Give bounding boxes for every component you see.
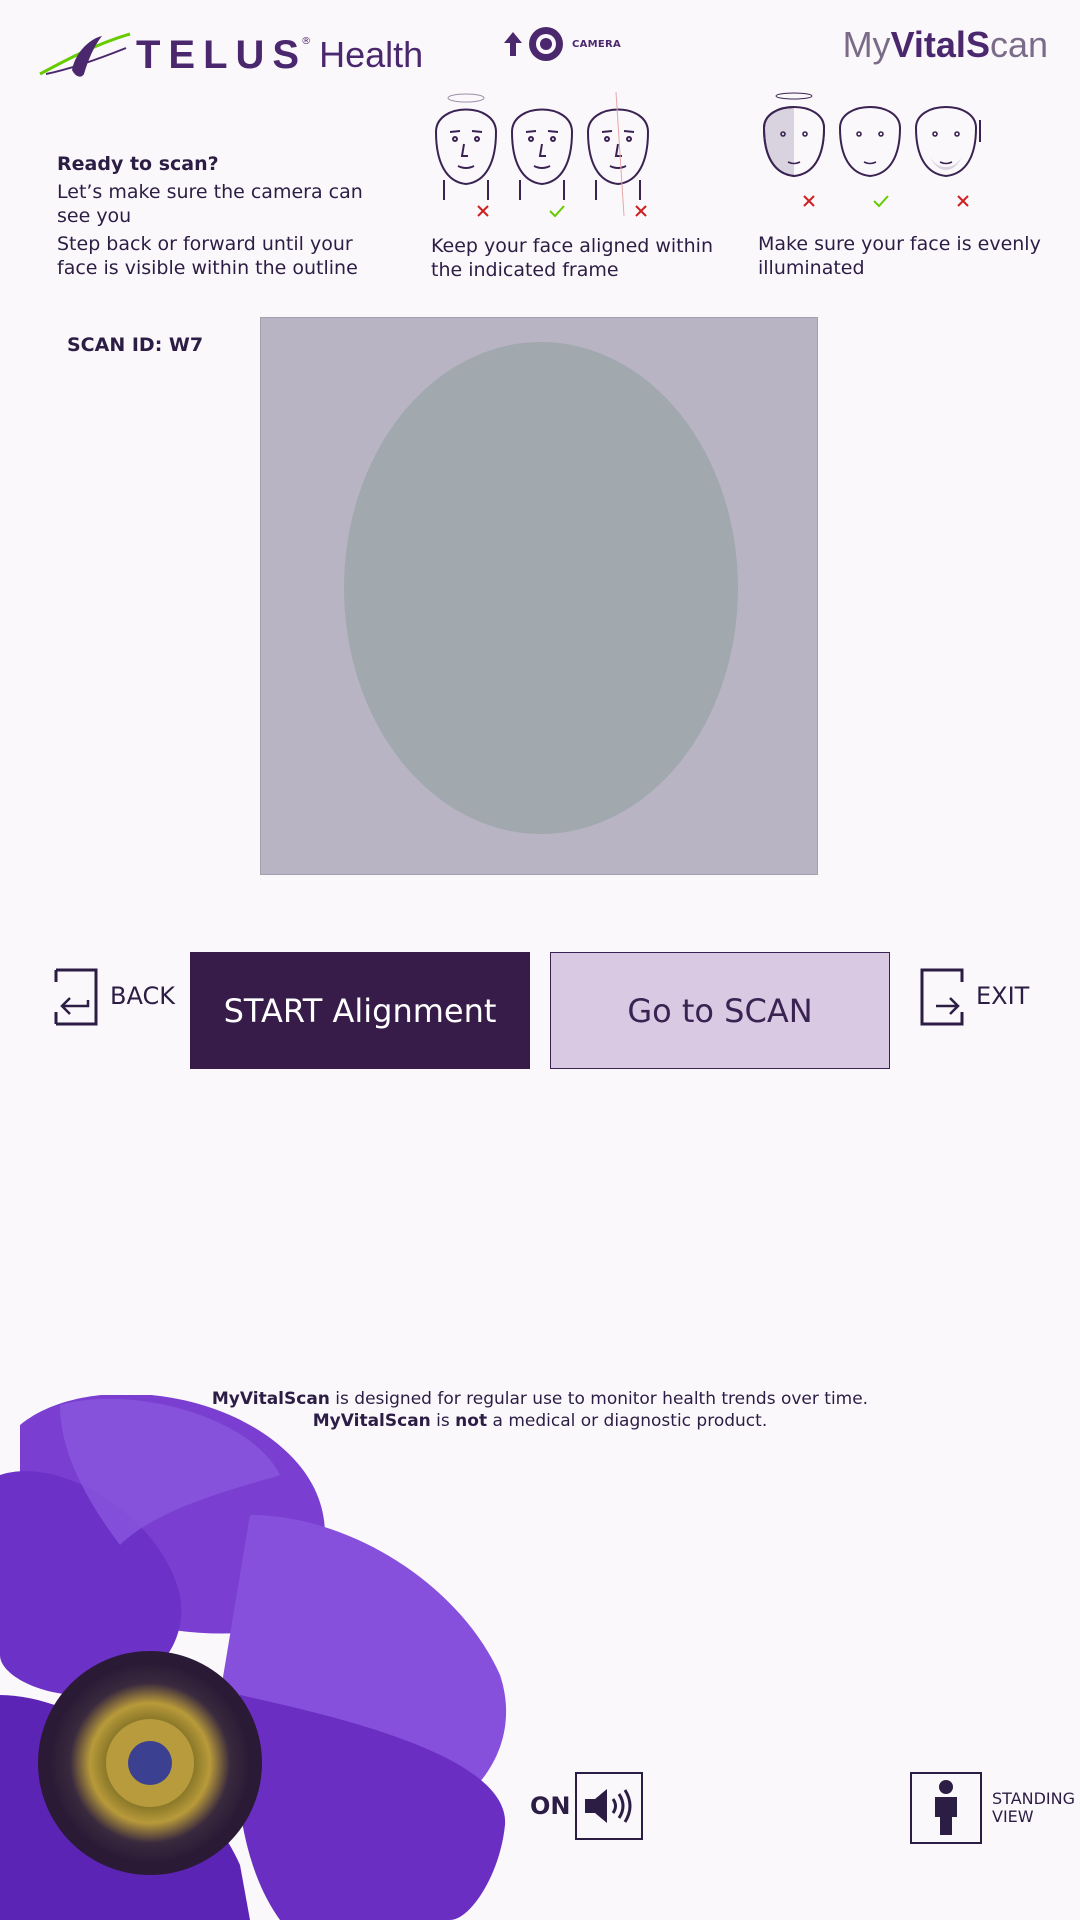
sound-toggle[interactable]: ON <box>530 1772 643 1840</box>
instructions-line-2: Step back or forward until your face is … <box>57 233 358 279</box>
face-alignment-illustration-icon <box>434 92 650 218</box>
brand-bold: VitalS <box>890 24 990 65</box>
brand-prefix: My <box>842 24 891 65</box>
camera-icon <box>529 27 563 61</box>
exit-icon <box>920 968 964 1026</box>
telus-logo-mark-icon <box>39 32 131 77</box>
face-lighting-illustration-icon <box>762 92 981 208</box>
telus-health-logo: TELUS ® Health <box>36 30 423 80</box>
speaker-icon <box>584 1789 631 1823</box>
standing-view-toggle[interactable]: STANDING VIEW <box>910 1772 1080 1844</box>
face-outline-oval <box>344 342 738 834</box>
camera-location-hint: CAMERA <box>502 26 621 62</box>
instructions-title: Ready to scan? <box>57 153 219 175</box>
registered-mark: ® <box>301 36 312 47</box>
myvitalscan-logo: MyVitalScan <box>843 24 1048 66</box>
go-to-scan-button[interactable]: Go to SCAN <box>550 952 890 1069</box>
brand-suffix: can <box>989 24 1048 65</box>
sound-status-label: ON <box>530 1792 571 1820</box>
start-alignment-button[interactable]: START Alignment <box>190 952 530 1069</box>
scan-id: SCAN ID: W7 <box>67 334 204 356</box>
camera-preview <box>260 317 818 875</box>
back-label: BACK <box>110 982 175 1010</box>
camera-label: CAMERA <box>572 38 622 50</box>
exit-button[interactable]: EXIT <box>918 966 1029 1026</box>
instructions-line-1: Let’s make sure the camera can see you <box>57 181 363 227</box>
person-icon-box <box>910 1772 982 1844</box>
logo-health-text: Health <box>319 34 424 75</box>
arrow-up-icon <box>504 32 522 56</box>
back-button[interactable]: BACK <box>50 966 175 1026</box>
back-icon <box>54 968 98 1026</box>
standing-view-label: STANDING VIEW <box>992 1789 1076 1826</box>
person-standing-icon <box>935 1780 957 1835</box>
speaker-icon-box <box>574 1772 643 1840</box>
disclaimer-part3: a medical or diagnostic product. <box>487 1411 768 1431</box>
alignment-tip: Keep your face aligned within the indica… <box>431 235 713 281</box>
logo-telus-text: TELUS <box>136 32 308 77</box>
purple-flower-image <box>0 1395 507 1920</box>
scan-instructions: Ready to scan? Let’s make sure the camer… <box>57 152 377 284</box>
lighting-tip: Make sure your face is evenly illuminate… <box>758 233 1041 279</box>
exit-label: EXIT <box>976 982 1030 1010</box>
